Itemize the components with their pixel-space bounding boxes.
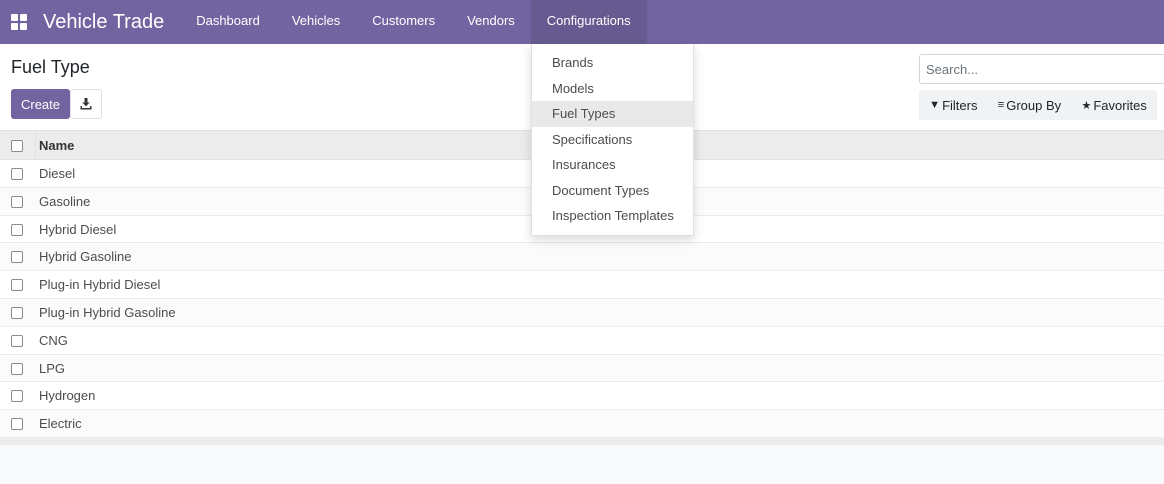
star-icon: ★ xyxy=(1081,99,1092,112)
table-row[interactable]: Hydrogen xyxy=(0,382,1164,411)
row-checkbox[interactable] xyxy=(11,168,23,180)
groupby-label: Group By xyxy=(1006,97,1062,113)
row-name: CNG xyxy=(39,332,68,348)
menu-item-insurances[interactable]: Insurances xyxy=(532,152,693,178)
nav-item-vendors[interactable]: Vendors xyxy=(451,0,531,44)
row-name: Hydrogen xyxy=(39,388,96,404)
row-name: Gasoline xyxy=(39,193,91,209)
row-name: LPG xyxy=(39,360,66,376)
table-row[interactable]: Plug-in Hybrid Gasoline xyxy=(0,298,1164,327)
table-row[interactable]: Plug-in Hybrid Diesel xyxy=(0,271,1164,299)
search-input[interactable] xyxy=(919,54,1164,84)
menu-item-inspection-templates[interactable]: Inspection Templates xyxy=(532,203,693,229)
apps-menu-icon[interactable] xyxy=(0,0,38,44)
row-checkbox[interactable] xyxy=(11,195,23,208)
row-name: Plug-in Hybrid Gasoline xyxy=(39,304,176,320)
column-header-name[interactable]: Name xyxy=(39,138,74,153)
list-icon: ≡ xyxy=(997,99,1005,111)
select-all-checkbox[interactable] xyxy=(11,140,23,152)
nav-item-dashboard[interactable]: Dashboard xyxy=(180,0,276,44)
row-name: Hybrid Diesel xyxy=(39,221,117,237)
download-icon xyxy=(80,98,92,110)
create-button[interactable]: Create xyxy=(11,89,70,119)
table-row[interactable]: LPG xyxy=(0,354,1164,383)
favorites-label: Favorites xyxy=(1093,97,1147,113)
menu-item-fuel-types[interactable]: Fuel Types xyxy=(532,101,693,127)
row-checkbox[interactable] xyxy=(11,223,23,236)
nav-item-customers[interactable]: Customers xyxy=(356,0,451,44)
table-row[interactable]: Electric xyxy=(0,410,1164,438)
configurations-dropdown: Brands Models Fuel Types Specifications … xyxy=(531,44,694,236)
table-row[interactable]: CNG xyxy=(0,326,1164,355)
menu-item-specifications[interactable]: Specifications xyxy=(532,127,693,153)
row-checkbox[interactable] xyxy=(11,362,23,375)
download-button[interactable] xyxy=(70,89,102,119)
groupby-button[interactable]: ≡ Group By xyxy=(998,98,1061,113)
column-divider xyxy=(35,131,36,161)
search-options-bar: ▼ Filters ≡ Group By ★ Favorites xyxy=(919,90,1157,120)
row-checkbox[interactable] xyxy=(11,279,23,292)
favorites-button[interactable]: ★ Favorites xyxy=(1081,98,1146,113)
row-checkbox[interactable] xyxy=(11,334,23,347)
filters-button[interactable]: ▼ Filters xyxy=(929,98,977,113)
list-footer xyxy=(0,437,1164,445)
filter-icon: ▼ xyxy=(929,99,941,111)
filters-label: Filters xyxy=(942,97,978,113)
row-name: Diesel xyxy=(39,166,76,181)
row-checkbox[interactable] xyxy=(11,306,23,319)
nav-item-configurations[interactable]: Configurations xyxy=(530,0,647,44)
page-title: Fuel Type xyxy=(11,57,90,77)
table-row[interactable]: Hybrid Gasoline xyxy=(0,243,1164,272)
menu-item-models[interactable]: Models xyxy=(532,76,693,102)
row-name: Electric xyxy=(39,416,82,432)
row-name: Hybrid Gasoline xyxy=(39,249,132,265)
top-navbar: Vehicle Trade Dashboard Vehicles Custome… xyxy=(0,0,1164,44)
menu-item-document-types[interactable]: Document Types xyxy=(532,178,693,204)
nav-item-vehicles[interactable]: Vehicles xyxy=(276,0,356,44)
row-name: Plug-in Hybrid Diesel xyxy=(39,277,161,293)
row-checkbox[interactable] xyxy=(11,390,23,403)
row-checkbox[interactable] xyxy=(11,251,23,264)
menu-item-brands[interactable]: Brands xyxy=(532,50,693,76)
row-checkbox[interactable] xyxy=(11,418,23,431)
app-title[interactable]: Vehicle Trade xyxy=(38,0,180,44)
